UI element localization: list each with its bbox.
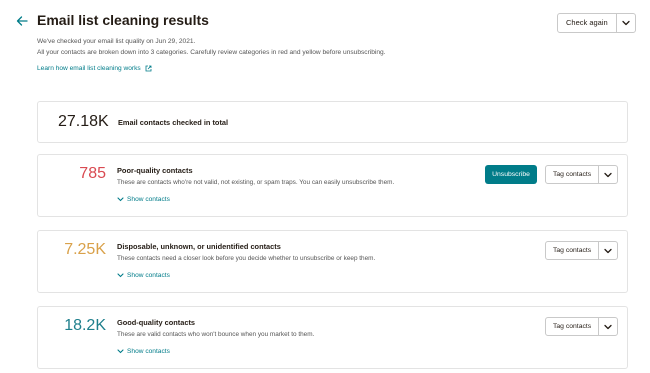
good-quality-count: 18.2K	[64, 317, 106, 334]
show-contacts-link[interactable]: Show contacts	[117, 272, 170, 279]
tag-contacts-split-button: Tag contacts	[545, 317, 619, 336]
page-title: Email list cleaning results	[37, 12, 209, 28]
tag-contacts-split-button: Tag contacts	[545, 165, 619, 184]
intro-date-text: We've checked your email list quality on…	[37, 38, 196, 45]
good-quality-title: Good-quality contacts	[117, 318, 196, 327]
show-contacts-label: Show contacts	[127, 348, 170, 355]
show-contacts-link[interactable]: Show contacts	[117, 196, 170, 203]
disposable-description: These contacts need a closer look before…	[117, 255, 376, 262]
disposable-count: 7.25K	[64, 241, 106, 258]
tag-contacts-dropdown-toggle[interactable]	[599, 318, 617, 335]
tag-contacts-dropdown-toggle[interactable]	[599, 242, 617, 259]
chevron-down-icon	[622, 20, 630, 26]
check-again-split-button: Check again	[557, 13, 636, 33]
check-again-button[interactable]: Check again	[558, 14, 617, 32]
tag-contacts-button[interactable]: Tag contacts	[546, 318, 600, 335]
good-quality-description: These are valid contacts who won't bounc…	[117, 331, 315, 338]
tag-contacts-dropdown-toggle[interactable]	[599, 166, 617, 183]
unsubscribe-button[interactable]: Unsubscribe	[485, 165, 537, 184]
poor-quality-card: 785 Poor-quality contacts These are cont…	[37, 154, 628, 217]
check-again-dropdown-toggle[interactable]	[617, 14, 635, 32]
poor-quality-title: Poor-quality contacts	[117, 166, 193, 175]
learn-more-link[interactable]: Learn how email list cleaning works	[37, 65, 152, 72]
poor-quality-description: These are contacts who're not valid, not…	[117, 179, 395, 186]
good-quality-card: 18.2K Good-quality contacts These are va…	[37, 306, 628, 369]
chevron-down-icon	[604, 324, 612, 329]
total-label: Email contacts checked in total	[118, 118, 229, 127]
total-contacts-card: 27.18K Email contacts checked in total	[37, 101, 628, 143]
show-contacts-label: Show contacts	[127, 272, 170, 279]
tag-contacts-split-button: Tag contacts	[545, 241, 619, 260]
intro-description-text: All your contacts are broken down into 3…	[37, 49, 386, 56]
disposable-contacts-card: 7.25K Disposable, unknown, or unidentifi…	[37, 230, 628, 293]
chevron-down-icon	[604, 172, 612, 177]
learn-more-link-label: Learn how email list cleaning works	[37, 65, 141, 72]
chevron-down-icon	[604, 248, 612, 253]
chevron-down-icon	[117, 349, 124, 354]
chevron-down-icon	[117, 197, 124, 202]
external-link-icon	[145, 65, 152, 72]
tag-contacts-button[interactable]: Tag contacts	[546, 242, 600, 259]
chevron-down-icon	[117, 273, 124, 278]
show-contacts-label: Show contacts	[127, 196, 170, 203]
total-count: 27.18K	[58, 113, 109, 130]
show-contacts-link[interactable]: Show contacts	[117, 348, 170, 355]
back-arrow-icon[interactable]	[15, 14, 29, 28]
tag-contacts-button[interactable]: Tag contacts	[546, 166, 600, 183]
disposable-title: Disposable, unknown, or unidentified con…	[117, 242, 281, 251]
poor-quality-count: 785	[79, 165, 106, 182]
